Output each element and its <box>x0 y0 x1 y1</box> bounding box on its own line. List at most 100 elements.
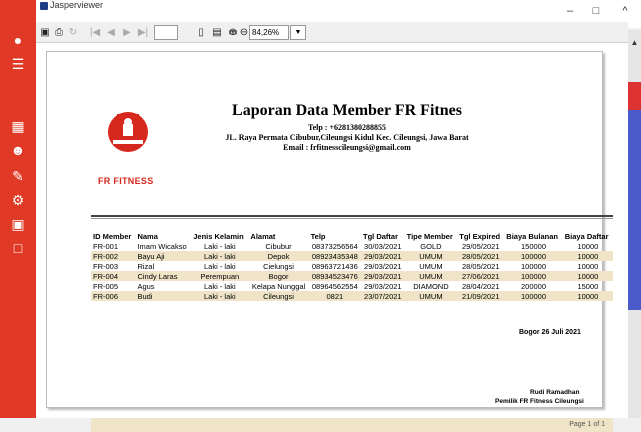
cell-telp: 08934523476 <box>308 271 362 281</box>
members-icon[interactable]: ☻ <box>8 140 28 160</box>
cell-tgl-expired: 29/05/2021 <box>461 241 500 251</box>
cell-tgl-daftar: 23/07/2021 <box>361 291 405 301</box>
cell-id: FR-001 <box>93 241 119 251</box>
calendar-icon[interactable]: ▣ <box>8 214 28 234</box>
header-divider-thin <box>91 218 613 219</box>
cell-tgl-expired: 21/09/2021 <box>457 291 505 301</box>
cell-nama: Imam Wicakso <box>137 241 187 251</box>
report-email: Email : frfitnesscileungsi@gmail.com <box>283 143 411 152</box>
col-alamat: Alamat <box>250 231 276 241</box>
col-tgl-daftar: Tgl Daftar <box>363 231 399 241</box>
app-icon <box>40 2 48 10</box>
cell-biaya-bulanan: 100000 <box>504 251 563 261</box>
member-table: ID Member Nama Jenis Kelamin Alamat Telp… <box>91 231 613 301</box>
print-icon[interactable]: ⎙ <box>52 25 66 39</box>
cell-biaya-bulanan: 100000 <box>521 261 547 271</box>
cell-id: FR-002 <box>91 251 136 261</box>
cell-nama: Agus <box>137 281 155 291</box>
cell-alamat: Cibubur <box>265 241 292 251</box>
cell-nama: Budi <box>135 291 192 301</box>
next-page-icon[interactable]: ▶ <box>120 25 134 39</box>
cell-tipe-member: UMUM <box>404 291 458 301</box>
col-biaya-bulanan: Biaya Bulanan <box>506 231 558 241</box>
zoom-level-input[interactable]: 84,26% <box>249 25 289 40</box>
cell-nama: Cindy Laras <box>135 271 192 281</box>
dashboard-icon[interactable]: ▦ <box>8 116 28 136</box>
cell-biaya-bulanan: 100000 <box>504 271 563 281</box>
cell-telp: 08963721436 <box>311 261 358 271</box>
col-jenis-kelamin: Jenis Kelamin <box>193 231 244 241</box>
header-divider <box>91 215 613 217</box>
last-page-icon[interactable]: ▶| <box>136 25 150 39</box>
cell-biaya-daftar: 10000 <box>577 261 599 271</box>
background-panel <box>628 110 641 310</box>
fr-fitness-logo <box>108 112 148 152</box>
table-row: FR-004 Cindy Laras Perempuan Bogor 08934… <box>91 271 613 281</box>
table-row: FR-006 Budi Laki - laki Cileungsi 0821 2… <box>91 291 613 301</box>
signature-role: Pemilik FR Fitness Cileungsi <box>495 398 584 405</box>
cell-tipe-member: UMUM <box>419 261 443 271</box>
cell-biaya-bulanan: 100000 <box>504 291 563 301</box>
actual-size-icon[interactable]: ▯ <box>194 25 208 39</box>
cell-id: FR-006 <box>91 291 136 301</box>
cell-alamat: Cielungsi <box>263 261 294 271</box>
cell-tipe-member: UMUM <box>404 251 458 261</box>
cell-tgl-daftar: 29/03/2021 <box>361 271 405 281</box>
first-page-icon[interactable]: |◀ <box>88 25 102 39</box>
background-window-strip: ▲ <box>628 30 641 418</box>
cell-biaya-daftar: 10000 <box>577 241 599 251</box>
col-tipe-member: Tipe Member <box>406 231 453 241</box>
cell-jenis-kelamin: Laki - laki <box>191 251 249 261</box>
brand-text: FR FITNESS <box>98 176 154 186</box>
cell-tgl-daftar: 30/03/2021 <box>364 241 402 251</box>
cell-jenis-kelamin: Laki - laki <box>203 241 236 251</box>
cell-jenis-kelamin: Laki - laki <box>191 291 249 301</box>
cell-biaya-daftar: 10000 <box>562 251 613 261</box>
cell-tipe-member: UMUM <box>404 271 458 281</box>
table-row: FR-002 Bayu Aji Laki - laki Depok 089234… <box>91 251 613 261</box>
cell-biaya-daftar: 10000 <box>562 271 613 281</box>
cell-tgl-daftar: 29/03/2021 <box>364 261 402 271</box>
cell-biaya-bulanan: 200000 <box>521 281 547 291</box>
minimize-button[interactable]: – <box>557 0 583 22</box>
maximize-button[interactable]: □ <box>583 0 609 22</box>
cell-tipe-member: GOLD <box>420 241 442 251</box>
left-sidebar: ● ☰ ▦ ☻ ✎ ⚙ ▣ □ <box>0 0 36 418</box>
report-viewer: ▣ ⎙ ↻ |◀ ◀ ▶ ▶| ▯ ▤ ▭ ⊕ ⊖ 84,26% ▼ FR FI… <box>36 22 628 432</box>
report-address: JL. Raya Permata Cibubur,Cileungsi Kidul… <box>225 133 469 142</box>
table-row: FR-005 Agus Laki - laki Kelapa Nunggal 0… <box>91 281 613 291</box>
reload-icon[interactable]: ↻ <box>66 25 80 39</box>
page-number-input[interactable] <box>154 25 178 40</box>
cell-tgl-daftar: 29/03/2021 <box>361 251 405 261</box>
prev-page-icon[interactable]: ◀ <box>104 25 118 39</box>
user-avatar-icon[interactable]: ● <box>8 30 28 50</box>
menu-icon[interactable]: ☰ <box>8 54 28 74</box>
report-icon[interactable]: ✎ <box>8 166 28 186</box>
cell-tgl-daftar: 29/03/2021 <box>364 281 402 291</box>
signature-name: Rudi Ramadhan <box>530 389 580 396</box>
cell-biaya-daftar: 10000 <box>562 291 613 301</box>
table-body: FR-001 Imam Wicakso Laki - laki Cibubur … <box>91 241 613 301</box>
background-band <box>628 82 641 112</box>
cell-telp: 08964562554 <box>311 281 358 291</box>
scroll-up-icon[interactable]: ▲ <box>628 38 641 50</box>
report-canvas: FR FITNESS Laporan Data Member FR Fitnes… <box>36 43 628 432</box>
col-biaya-daftar: Biaya Daftar <box>564 231 609 241</box>
save-icon[interactable]: ▣ <box>38 25 52 39</box>
col-nama: Nama <box>137 231 158 241</box>
cell-tgl-expired: 28/05/2021 <box>457 251 505 261</box>
fit-page-icon[interactable]: ▤ <box>210 25 224 39</box>
restore-button[interactable]: ^ <box>612 0 638 22</box>
document-icon[interactable]: □ <box>8 238 28 258</box>
zoom-dropdown-icon[interactable]: ▼ <box>290 25 306 40</box>
add-user-icon[interactable]: ⚙ <box>8 190 28 210</box>
cell-jenis-kelamin: Laki - laki <box>203 261 236 271</box>
cell-nama: Rizal <box>137 261 155 271</box>
cell-alamat: Kelapa Nunggal <box>251 281 306 291</box>
cell-telp: 08923435348 <box>308 251 362 261</box>
cell-alamat: Cileungsi <box>248 291 309 301</box>
signature-date: Bogor 26 Juli 2021 <box>519 329 581 336</box>
table-header-row: ID Member Nama Jenis Kelamin Alamat Telp… <box>91 231 613 241</box>
cell-id: FR-005 <box>93 281 119 291</box>
cell-telp: 0821 <box>308 291 362 301</box>
